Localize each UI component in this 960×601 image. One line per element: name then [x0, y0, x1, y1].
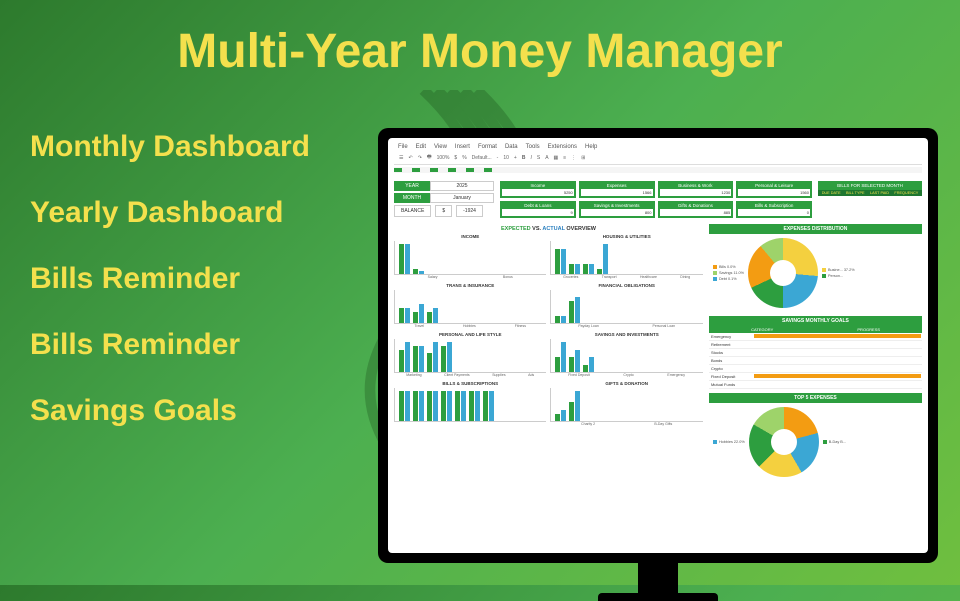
legend-item: Hobbies 22.0%	[713, 440, 745, 444]
overview-title: EXPECTED VS. ACTUAL OVERVIEW	[394, 226, 703, 232]
month-label: MONTH	[394, 193, 430, 203]
legend-item: Savings 11.0%	[713, 271, 744, 275]
feature-item: Monthly Dashboard	[30, 130, 310, 164]
goals-row: Retirement	[709, 341, 922, 349]
balance-value: -1924	[456, 205, 483, 217]
goals-col-header: PROGRESS	[815, 326, 922, 333]
menu-item[interactable]: Extensions	[548, 144, 577, 150]
legend-item: Debt 0.1%	[713, 277, 744, 281]
goals-row: Bonds	[709, 357, 922, 365]
goals-title: SAVINGS MONTHLY GOALS	[709, 316, 922, 326]
bills-col-header: DUE DATE	[822, 191, 841, 195]
summary-tile: Income5250	[500, 181, 576, 198]
mini-bar-chart: INCOME SalaryBonus	[394, 234, 546, 279]
bills-col-header: LAST PAID	[870, 191, 889, 195]
undo-icon[interactable]: ↶	[407, 155, 413, 161]
monitor-frame: File Edit View Insert Format Data Tools Extensi…	[378, 128, 938, 563]
goals-row: Fixed Deposit	[709, 373, 922, 381]
top5-title: TOP 5 EXPENSES	[709, 393, 922, 403]
year-select[interactable]: 2025	[430, 181, 494, 191]
font-select[interactable]: Default...	[471, 155, 493, 161]
bills-col-header: BILL TYPE	[846, 191, 865, 195]
expenses-donut-chart	[748, 238, 818, 308]
print-icon[interactable]: 🖶	[426, 154, 433, 162]
bills-panel-title: BILLS FOR SELECTED MONTH	[818, 181, 922, 190]
menu-bar[interactable]: File Edit View Insert Format Data Tools Extensi…	[394, 142, 922, 152]
menu-item[interactable]: View	[434, 144, 447, 150]
mini-bar-chart: SAVINGS AND INVESTMENTS Fixed DepositCry…	[550, 332, 702, 377]
goals-row: Emergency	[709, 333, 922, 341]
mini-bar-chart: HOUSING & UTILITIES GroceriesTransportHe…	[550, 234, 702, 279]
main-title: Multi-Year Money Manager	[0, 0, 960, 79]
expenses-distribution-panel: EXPENSES DISTRIBUTION Bills 0.0% Savings …	[709, 224, 922, 312]
sheet-tabs[interactable]	[394, 167, 922, 173]
mini-bar-chart: GIFTS & DONATION Charity 2B-Day Gifts	[550, 381, 702, 426]
summary-tile: Gifts & Donations885	[658, 201, 734, 218]
redo-icon[interactable]: ↷	[417, 155, 423, 161]
menu-item[interactable]: Edit	[416, 144, 426, 150]
toolbar[interactable]: ☰ ↶ ↷ 🖶 100% $% Default... -10+ BIS A ▦ …	[394, 152, 922, 165]
top5-donut-chart	[749, 407, 819, 477]
menu-item[interactable]: Data	[505, 144, 518, 150]
balance-label: BALANCE	[394, 205, 431, 217]
goals-row: Mutual Funds	[709, 381, 922, 389]
currency-label: $	[435, 205, 452, 217]
summary-tile: Business & Work1230	[658, 181, 734, 198]
summary-tile: Expenses1566	[579, 181, 655, 198]
menu-item[interactable]: File	[398, 144, 408, 150]
summary-tile: Personal & Leisure1560	[736, 181, 812, 198]
menu-item[interactable]: Tools	[526, 144, 540, 150]
summary-tile: Savings & Investments800	[579, 201, 655, 218]
spreadsheet-screen: File Edit View Insert Format Data Tools Extensi…	[388, 138, 928, 553]
feature-list: Monthly Dashboard Yearly Dashboard Bills R…	[30, 130, 310, 460]
menu-icon[interactable]: ☰	[398, 155, 404, 161]
mini-bar-chart: BILLS & SUBSCRIPTIONS	[394, 381, 546, 426]
feature-item: Savings Goals	[30, 394, 310, 428]
menu-item[interactable]: Insert	[455, 144, 470, 150]
dist-title: EXPENSES DISTRIBUTION	[709, 224, 922, 234]
legend-item: Person...	[822, 274, 855, 278]
bills-col-header: FREQUENCY	[894, 191, 918, 195]
legend-item: Bills 0.0%	[713, 265, 744, 269]
mini-bar-chart: FINANCIAL OBLIGATIONS Payday LoanPersona…	[550, 283, 702, 328]
year-label: YEAR	[394, 181, 430, 191]
zoom-label[interactable]: 100%	[436, 155, 451, 161]
fill-color-icon[interactable]: ▦	[553, 155, 560, 161]
menu-item[interactable]: Help	[585, 144, 597, 150]
savings-goals-panel: SAVINGS MONTHLY GOALS CATEGORYPROGRESS E…	[709, 316, 922, 389]
feature-item: Bills Reminder	[30, 262, 310, 296]
month-select[interactable]: January	[430, 193, 494, 203]
feature-item: Yearly Dashboard	[30, 196, 310, 230]
overview-col: EXPECTED VS. ACTUAL OVERVIEW INCOME Sala…	[394, 224, 703, 481]
mini-bar-chart: PERSONAL AND LIFE STYLE MarketingClient …	[394, 332, 546, 377]
summary-tile: Bills & Subscription0	[736, 201, 812, 218]
goals-col-header: CATEGORY	[709, 326, 816, 333]
goals-row: Stocks	[709, 349, 922, 357]
mini-bar-chart: TRANS & INSURANCE TravelHobbiesFitness	[394, 283, 546, 328]
menu-item[interactable]: Format	[478, 144, 497, 150]
font-size[interactable]: 10	[502, 155, 510, 161]
summary-tile: Debt & Loans9	[500, 201, 576, 218]
top5-panel: TOP 5 EXPENSES Hobbies 22.0% B-Day B...	[709, 393, 922, 481]
goals-row: Crypto	[709, 365, 922, 373]
legend-item: B-Day B...	[823, 440, 846, 444]
feature-item: Bills Reminder	[30, 328, 310, 362]
text-color-icon[interactable]: A	[544, 155, 549, 161]
legend-item: Busine... 37.2%	[822, 268, 855, 272]
